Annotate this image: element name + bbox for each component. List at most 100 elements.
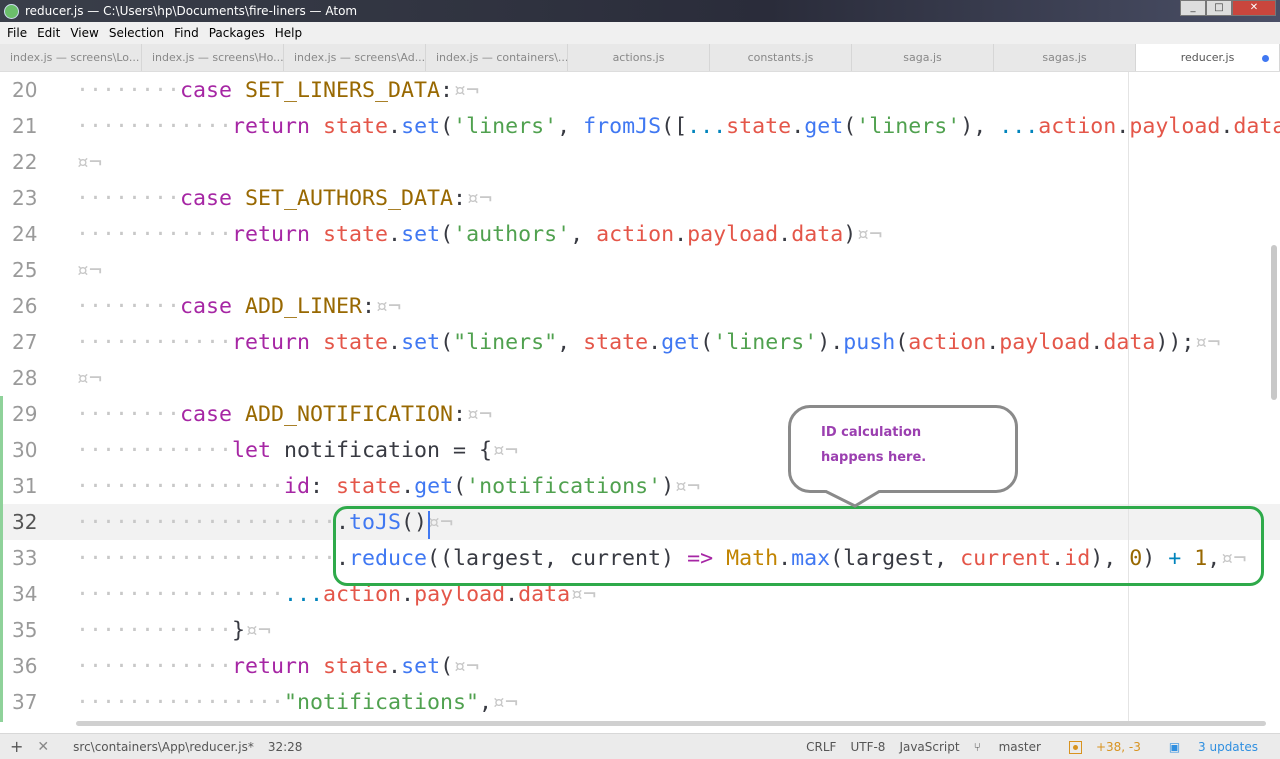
minimize-button[interactable]: _ [1180,0,1206,16]
horizontal-scrollbar[interactable] [76,721,1266,726]
file-path[interactable]: src\containers\App\reducer.js* [73,740,254,754]
code-token: , [557,113,584,139]
code-token: ············ [76,617,233,643]
code-token: state [336,473,402,499]
code-token: fromJS [583,113,662,139]
code-token: ···················· [76,545,337,571]
modified-dot-icon [1262,55,1269,62]
menu-help[interactable]: Help [270,26,307,40]
tab-index-containers[interactable]: index.js — containers\... [426,44,568,71]
maximize-button[interactable]: □ [1206,0,1232,16]
line-number: 37 [12,690,38,714]
code-token: ¤¬ [245,617,272,643]
menu-selection[interactable]: Selection [104,26,169,40]
code-token: data [791,221,844,247]
code-token: ········ [76,401,181,427]
code-token: . [388,221,402,247]
code-line[interactable]: 35 ············}¤¬ [0,612,1280,648]
code-line[interactable]: 26 ········case ADD_LINER:¤¬ [0,288,1280,324]
code-line[interactable]: 23 ········case SET_AUTHORS_DATA:¤¬ [0,180,1280,216]
code-line[interactable]: 37 ················"notifications",¤¬ [0,684,1280,720]
code-token: ( [440,653,454,679]
code-line[interactable]: 31 ················id: state.get('notific… [0,468,1280,504]
line-number: 22 [12,150,38,174]
title-bar: reducer.js — C:\Users\hp\Documents\fire-… [0,0,1280,22]
line-number: 30 [12,438,38,462]
line-ending[interactable]: CRLF [806,740,836,754]
code-line[interactable]: 24 ············return state.set('authors'… [0,216,1280,252]
branch-icon: ⑂ [973,739,985,754]
git-branch[interactable]: ⑂ master [974,740,1055,754]
code-token: } [232,617,246,643]
tab-sagas[interactable]: sagas.js [994,44,1136,71]
menu-find[interactable]: Find [169,26,204,40]
code-token: ················ [76,689,285,715]
vertical-scrollbar[interactable] [1271,245,1277,400]
code-token: state [323,221,389,247]
code-token: notification = { [284,437,493,463]
code-token: ... [687,113,727,139]
code-token: ¤¬ [76,257,103,283]
code-token: ) [661,473,675,499]
code-token: id [284,473,311,499]
cursor-position[interactable]: 32:28 [268,740,303,754]
menu-view[interactable]: View [65,26,103,40]
code-token: ), [960,113,1000,139]
code-editor[interactable]: 20 ········case SET_LINERS_DATA:¤¬ 21 ·····… [0,72,1280,722]
code-token: state [323,113,389,139]
code-token: . [388,113,402,139]
code-line[interactable]: 30 ············let notification = {¤¬ [0,432,1280,468]
code-line[interactable]: 21 ············return state.set('liners',… [0,108,1280,144]
code-text: ········case ADD_LINER:¤¬ [76,294,401,319]
code-token: 'liners' [453,113,558,139]
code-line[interactable]: 36 ············return state.set(¤¬ [0,648,1280,684]
tab-index-screens-ho[interactable]: index.js — screens\Ho... [142,44,284,71]
menu-edit[interactable]: Edit [32,26,65,40]
close-icon[interactable]: ✕ [37,739,49,755]
code-token: ¤¬ [674,473,701,499]
git-diff[interactable]: +38, -3 [1068,740,1155,754]
code-text: ············return state.set("liners", s… [76,330,1220,355]
code-token: , [557,329,584,355]
code-token: return [232,329,324,355]
tab-constants[interactable]: constants.js [710,44,852,71]
code-line[interactable]: 29 ········case ADD_NOTIFICATION:¤¬ [0,396,1280,432]
close-button[interactable]: ✕ [1232,0,1276,16]
grammar[interactable]: JavaScript [899,740,959,754]
status-bar: + ✕ src\containers\App\reducer.js* 32:28… [0,733,1280,759]
code-token: state [583,329,649,355]
code-token: ( [440,113,454,139]
tab-actions[interactable]: actions.js [568,44,710,71]
updates[interactable]: ▣ 3 updates [1169,740,1272,754]
code-token: ¤¬ [856,221,883,247]
code-line[interactable]: 20 ········case SET_LINERS_DATA:¤¬ [0,72,1280,108]
tab-index-screens-ad[interactable]: index.js — screens\Ad... [284,44,426,71]
package-icon: ▣ [1168,739,1185,754]
code-token: set [401,329,441,355]
code-token: data [1233,113,1280,139]
tab-index-screens-lo[interactable]: index.js — screens\Lo... [0,44,142,71]
code-line[interactable]: 22 ¤¬ [0,144,1280,180]
tab-saga[interactable]: saga.js [852,44,994,71]
code-token: ¤¬ [453,653,480,679]
code-token: payload [687,221,779,247]
code-token: ... [284,581,324,607]
code-token: . [674,221,688,247]
line-number: 36 [12,654,38,678]
code-token: ¤¬ [492,689,519,715]
add-icon[interactable]: + [10,737,23,756]
code-text: ············return state.set('liners', f… [76,114,1280,139]
code-token: case [180,293,246,319]
code-token: set [401,653,441,679]
code-text: ¤¬ [76,258,102,283]
menu-file[interactable]: File [2,26,32,40]
code-line[interactable]: 28 ¤¬ [0,360,1280,396]
code-token: ( [843,113,857,139]
code-text: ················id: state.get('notificat… [76,474,700,499]
tab-reducer[interactable]: reducer.js [1136,44,1280,71]
encoding[interactable]: UTF-8 [850,740,885,754]
line-number: 25 [12,258,38,282]
code-line[interactable]: 25 ¤¬ [0,252,1280,288]
code-line[interactable]: 27 ············return state.set("liners",… [0,324,1280,360]
menu-packages[interactable]: Packages [204,26,270,40]
